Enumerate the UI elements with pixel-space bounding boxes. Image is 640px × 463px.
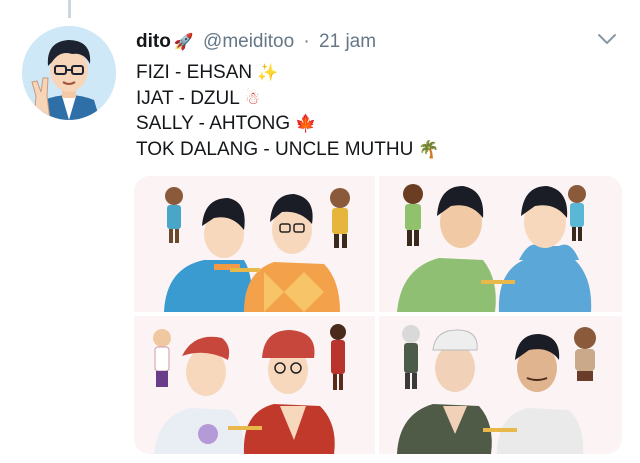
tweet-header: dito 🚀 @meiditoo · 21 jam — [136, 30, 376, 55]
media-image-3[interactable] — [134, 316, 375, 454]
avatar-illustration — [22, 26, 116, 120]
thread-connector-line — [68, 0, 71, 18]
tweet-line-text: FIZI - EHSAN — [136, 62, 253, 83]
avatar[interactable] — [22, 26, 116, 120]
display-name[interactable]: dito — [136, 31, 171, 52]
tweet-body: FIZI - EHSAN ✨ IJAT - DZUL ☃ SALLY - AHTON… — [136, 60, 439, 162]
rocket-emoji: 🚀 — [173, 34, 194, 51]
tweet-line-text: IJAT - DZUL — [136, 87, 240, 109]
chevron-down-icon[interactable] — [596, 30, 618, 48]
tweet-line: IJAT - DZUL ☃ — [136, 86, 439, 112]
timestamp[interactable]: 21 jam — [319, 31, 376, 52]
tweet-line-text: SALLY - AHTONG — [136, 113, 291, 134]
palm-tree-emoji: 🌴 — [418, 139, 440, 159]
handle[interactable]: @meiditoo — [203, 31, 294, 52]
media-image-2[interactable] — [379, 176, 622, 312]
media-image-1[interactable] — [134, 176, 375, 312]
tweet-line-text: TOK DALANG - UNCLE MUTHU — [136, 138, 414, 160]
maple-leaf-emoji: 🍁 — [295, 114, 317, 133]
sparkles-emoji: ✨ — [257, 63, 279, 82]
tweet-line: FIZI - EHSAN ✨ — [136, 60, 439, 86]
tweet-line: TOK DALANG - UNCLE MUTHU 🌴 — [136, 137, 439, 163]
tweet-line: SALLY - AHTONG 🍁 — [136, 111, 439, 137]
media-grid — [134, 176, 622, 454]
snowman-emoji: ☃ — [244, 88, 261, 108]
separator-dot: · — [303, 31, 310, 52]
media-image-4[interactable] — [379, 316, 622, 454]
